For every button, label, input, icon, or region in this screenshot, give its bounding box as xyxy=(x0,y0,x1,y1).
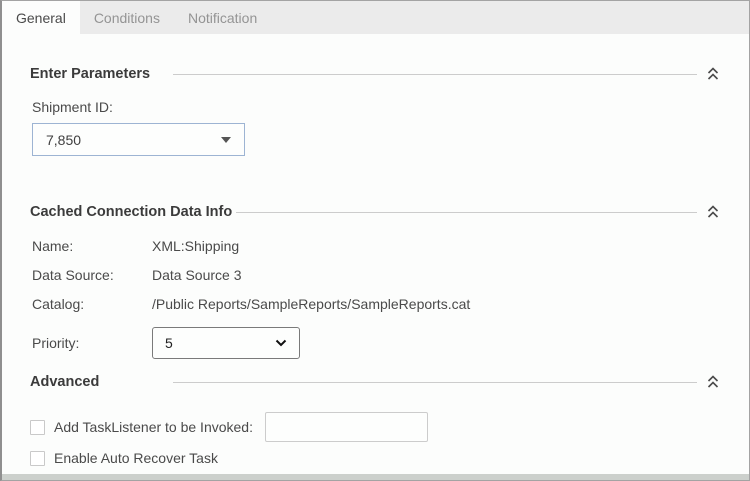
catalog-value: /Public Reports/SampleReports/SampleRepo… xyxy=(152,296,471,312)
horizontal-scrollbar-track[interactable] xyxy=(2,474,749,480)
task-properties-dialog: General Conditions Notification Enter Pa… xyxy=(0,0,750,481)
info-row-name: Name: XML:Shipping xyxy=(32,238,719,255)
tab-general[interactable]: General xyxy=(2,1,80,34)
shipment-id-label: Shipment ID: xyxy=(32,99,113,115)
section-advanced-header: Advanced xyxy=(30,372,719,392)
shipment-id-combobox[interactable]: 7,850 xyxy=(32,123,245,156)
general-tab-panel: Enter Parameters Shipment ID: 7,850 Cach… xyxy=(2,64,749,468)
section-enter-parameters-header: Enter Parameters xyxy=(30,64,719,84)
data-source-value: Data Source 3 xyxy=(152,267,242,283)
enable-auto-recover-checkbox[interactable] xyxy=(30,450,45,466)
section-divider xyxy=(173,381,697,383)
tab-conditions[interactable]: Conditions xyxy=(80,1,174,34)
tab-conditions-label: Conditions xyxy=(93,9,160,26)
add-tasklistener-label: Add TaskListener to be Invoked: xyxy=(54,419,253,435)
priority-select[interactable]: 5 xyxy=(152,327,300,359)
tasklistener-row: Add TaskListener to be Invoked: xyxy=(30,412,719,442)
enable-auto-recover-label: Enable Auto Recover Task xyxy=(54,450,218,466)
priority-label: Priority: xyxy=(32,335,80,351)
section-title: Cached Connection Data Info xyxy=(30,204,233,220)
name-label: Name: xyxy=(32,238,74,254)
section-title: Advanced xyxy=(30,374,100,390)
shipment-id-value: 7,850 xyxy=(46,131,82,148)
tab-general-label: General xyxy=(16,9,66,26)
chevron-down-icon xyxy=(275,339,287,347)
name-value: XML:Shipping xyxy=(152,238,240,254)
tab-bar: General Conditions Notification xyxy=(2,1,749,34)
connection-info-table: Name: XML:Shipping Data Source: Data Sou… xyxy=(32,238,719,313)
auto-recover-row: Enable Auto Recover Task xyxy=(30,448,719,468)
section-divider xyxy=(173,73,697,75)
info-row-catalog: Catalog: /Public Reports/SampleReports/S… xyxy=(32,296,719,313)
dropdown-arrow-icon xyxy=(221,136,231,143)
tasklistener-input[interactable] xyxy=(264,412,428,442)
double-chevron-up-icon xyxy=(707,67,718,80)
tab-notification-label: Notification xyxy=(187,9,258,26)
priority-value: 5 xyxy=(165,335,173,351)
data-source-label: Data Source: xyxy=(32,267,114,283)
section-cached-connection-header: Cached Connection Data Info xyxy=(30,202,719,222)
double-chevron-up-icon xyxy=(707,375,718,388)
priority-row: Priority: 5 xyxy=(32,327,719,359)
tab-notification[interactable]: Notification xyxy=(174,1,271,34)
collapse-section-button[interactable] xyxy=(706,205,719,220)
section-title: Enter Parameters xyxy=(30,66,151,82)
double-chevron-up-icon xyxy=(707,205,718,218)
catalog-label: Catalog: xyxy=(32,296,85,312)
section-divider xyxy=(236,211,697,213)
info-row-data-source: Data Source: Data Source 3 xyxy=(32,267,719,284)
add-tasklistener-checkbox[interactable] xyxy=(30,419,45,435)
collapse-section-button[interactable] xyxy=(706,67,719,82)
collapse-section-button[interactable] xyxy=(706,375,719,390)
